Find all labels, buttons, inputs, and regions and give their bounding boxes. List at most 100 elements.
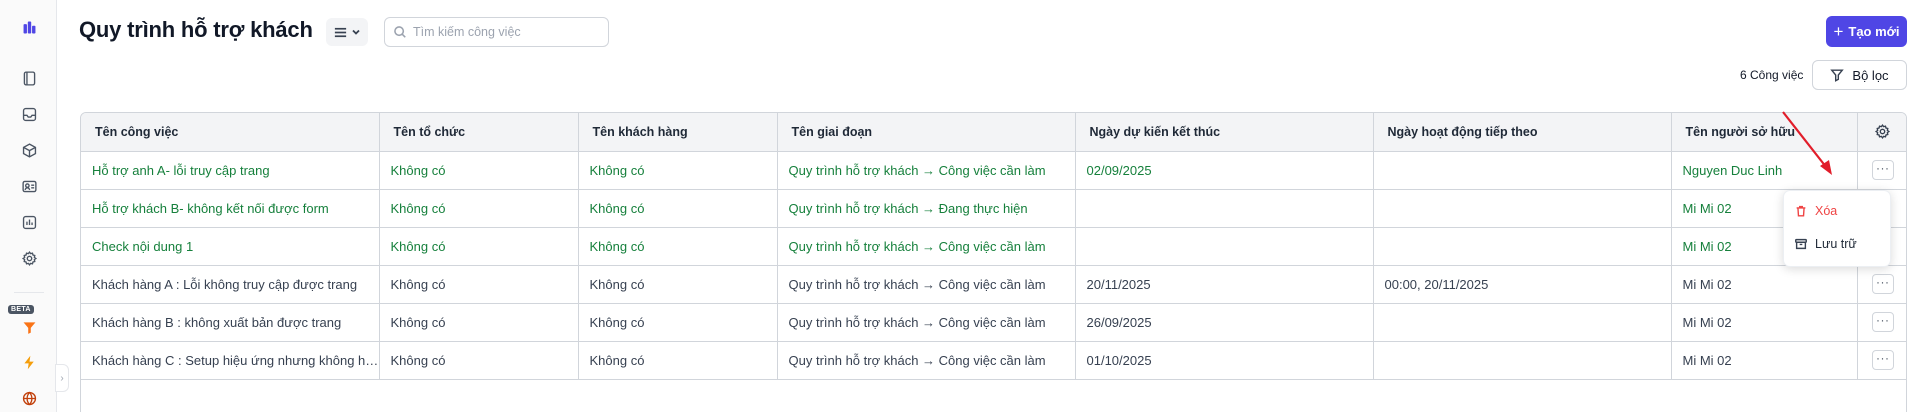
due-date-cell [1075,227,1374,266]
archive-label: Lưu trữ [1815,237,1857,251]
table-row[interactable]: Khách hàng B : không xuất bản được trang… [81,303,1906,342]
table-row[interactable]: Hỗ trợ khách B- không kết nối được form … [81,189,1906,228]
more-actions-button[interactable]: ··· [1871,274,1894,294]
stage-cell: Quy trình hỗ trợ khách → Công việc cần l… [777,151,1076,190]
more-actions-button[interactable]: ··· [1871,350,1894,370]
notebook-icon [23,70,35,86]
filter-label: Bộ lọc [1852,67,1889,83]
page-title: Quy trình hỗ trợ khách [79,17,313,42]
column-header-customer[interactable]: Tên khách hàng [578,113,778,152]
column-header-stage[interactable]: Tên giai đoạn [777,113,1076,152]
search-input[interactable] [413,25,593,39]
task-name-link[interactable]: Khách hàng A : Lỗi không truy cập được t… [81,265,380,304]
chevron-down-icon [352,29,360,35]
sidebar-item-funnel[interactable] [15,313,43,341]
table-row[interactable]: Check nội dung 1 Không có Không có Quy t… [81,227,1906,266]
table-row[interactable]: Khách hàng C : Setup hiệu ứng nhưng khôn… [81,341,1906,380]
row-actions-cell: ··· [1857,341,1906,380]
row-actions-cell: ··· [1857,265,1906,304]
next-activity-cell [1373,189,1672,228]
funnel-icon [23,321,35,334]
task-name-link[interactable]: Hỗ trợ khách B- không kết nối được form [81,189,380,228]
owner-cell: Mi Mi 02 [1671,265,1858,304]
customer-cell: Không có [578,189,778,228]
task-table: Tên công việc Tên tổ chức Tên khách hàng… [80,112,1907,412]
row-actions-cell: ··· [1857,151,1906,190]
gear-icon [21,250,37,266]
sidebar-item-settings[interactable] [15,244,43,272]
customer-cell: Không có [578,227,778,266]
next-activity-cell [1373,303,1672,342]
archive-icon [1795,238,1807,250]
task-name-link[interactable]: Hỗ trợ anh A- lỗi truy cập trang [81,151,380,190]
organization-cell: Không có [379,303,579,342]
table-header-row: Tên công việc Tên tổ chức Tên khách hàng… [81,113,1906,152]
column-settings-button[interactable] [1857,113,1906,152]
customer-cell: Không có [578,151,778,190]
task-count: 6 Công việc [1740,68,1804,82]
next-activity-cell [1373,227,1672,266]
create-new-button[interactable]: + Tạo mới [1826,16,1907,47]
row-actions-cell: ··· [1857,303,1906,342]
search-field[interactable] [384,17,609,47]
gear-icon [1875,124,1891,140]
column-header-due-date[interactable]: Ngày dự kiến kết thúc [1075,113,1374,152]
trash-icon [1796,205,1806,217]
due-date-cell: 01/10/2025 [1075,341,1374,380]
delete-menu-item[interactable]: Xóa [1794,204,1837,218]
organization-cell: Không có [379,189,579,228]
chart-icon [22,215,36,229]
more-actions-button[interactable]: ··· [1871,160,1894,180]
more-actions-button[interactable]: ··· [1871,312,1894,332]
sidebar-item-automation[interactable] [15,348,43,376]
table-row[interactable]: Khách hàng A : Lỗi không truy cập được t… [81,265,1906,304]
sidebar-item-notebook[interactable] [15,64,43,92]
customer-cell: Không có [578,303,778,342]
due-date-cell [1075,189,1374,228]
box-icon [22,142,36,158]
plus-icon: + [1833,22,1844,41]
sidebar-item-inbox[interactable] [15,100,43,128]
task-name-link[interactable]: Check nội dung 1 [81,227,380,266]
organization-cell: Không có [379,265,579,304]
owner-cell: Mi Mi 02 [1671,303,1858,342]
stage-cell: Quy trình hỗ trợ khách → Công việc cần l… [777,227,1076,266]
contact-card-icon [21,180,37,192]
customer-cell: Không có [578,341,778,380]
view-mode-dropdown[interactable] [326,18,368,46]
task-name-link[interactable]: Khách hàng B : không xuất bản được trang [81,303,380,342]
organization-cell: Không có [379,151,579,190]
column-header-task-name[interactable]: Tên công việc [81,113,380,152]
stage-cell: Quy trình hỗ trợ khách → Đang thực hiện [777,189,1076,228]
lightning-icon [23,355,34,369]
create-new-label: Tạo mới [1848,24,1900,39]
table-row[interactable]: Hỗ trợ anh A- lỗi truy cập trang Không c… [81,151,1906,190]
customer-cell: Không có [578,265,778,304]
app-logo-icon[interactable] [15,13,43,41]
sidebar-item-reports[interactable] [15,208,43,236]
list-icon [334,27,347,37]
sidebar-collapse-button[interactable]: › [55,364,69,392]
archive-menu-item[interactable]: Lưu trữ [1794,237,1857,251]
row-actions-menu: Xóa Lưu trữ [1783,190,1891,267]
next-activity-cell [1373,151,1672,190]
sidebar-item-web[interactable] [15,384,43,412]
sidebar-item-contacts[interactable] [15,172,43,200]
organization-cell: Không có [379,227,579,266]
stage-cell: Quy trình hỗ trợ khách → Công việc cần l… [777,265,1076,304]
organization-cell: Không có [379,341,579,380]
due-date-cell: 20/11/2025 [1075,265,1374,304]
column-header-next-activity[interactable]: Ngày hoạt động tiếp theo [1373,113,1672,152]
delete-label: Xóa [1815,204,1838,218]
sidebar-divider [14,292,44,293]
column-header-organization[interactable]: Tên tổ chức [379,113,579,152]
sidebar-item-products[interactable] [15,136,43,164]
sidebar: BETA [0,0,57,412]
filter-button[interactable]: Bộ lọc [1812,60,1907,90]
annotation-arrow-icon [1782,111,1832,175]
due-date-cell: 26/09/2025 [1075,303,1374,342]
task-name-link[interactable]: Khách hàng C : Setup hiệu ứng nhưng khôn… [81,341,380,380]
stage-cell: Quy trình hỗ trợ khách → Công việc cần l… [777,303,1076,342]
next-activity-cell: 00:00, 20/11/2025 [1373,265,1672,304]
owner-cell: Mi Mi 02 [1671,341,1858,380]
